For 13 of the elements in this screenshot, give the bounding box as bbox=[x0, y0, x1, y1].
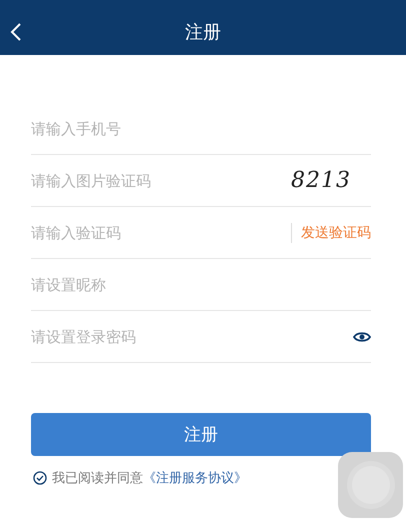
input-field[interactable]: 请输入手机号 bbox=[31, 120, 371, 138]
captcha-image[interactable]: 8213 bbox=[291, 168, 351, 193]
input-field[interactable]: 请设置昵称 bbox=[31, 276, 371, 294]
page-title: 注册 bbox=[185, 21, 221, 44]
agreement-text: 我已阅读并同意 bbox=[52, 470, 143, 487]
check-icon[interactable] bbox=[33, 471, 47, 485]
input-field[interactable]: 请输入验证码 bbox=[31, 224, 291, 242]
input-field[interactable]: 请输入图片验证码 bbox=[31, 172, 291, 190]
back-icon[interactable] bbox=[10, 22, 22, 42]
agreement-link[interactable]: 《注册服务协议》 bbox=[143, 469, 247, 487]
eye-icon[interactable] bbox=[353, 330, 371, 344]
register-button[interactable]: 注册 bbox=[31, 413, 371, 456]
input-field[interactable]: 请设置登录密码 bbox=[31, 328, 353, 346]
